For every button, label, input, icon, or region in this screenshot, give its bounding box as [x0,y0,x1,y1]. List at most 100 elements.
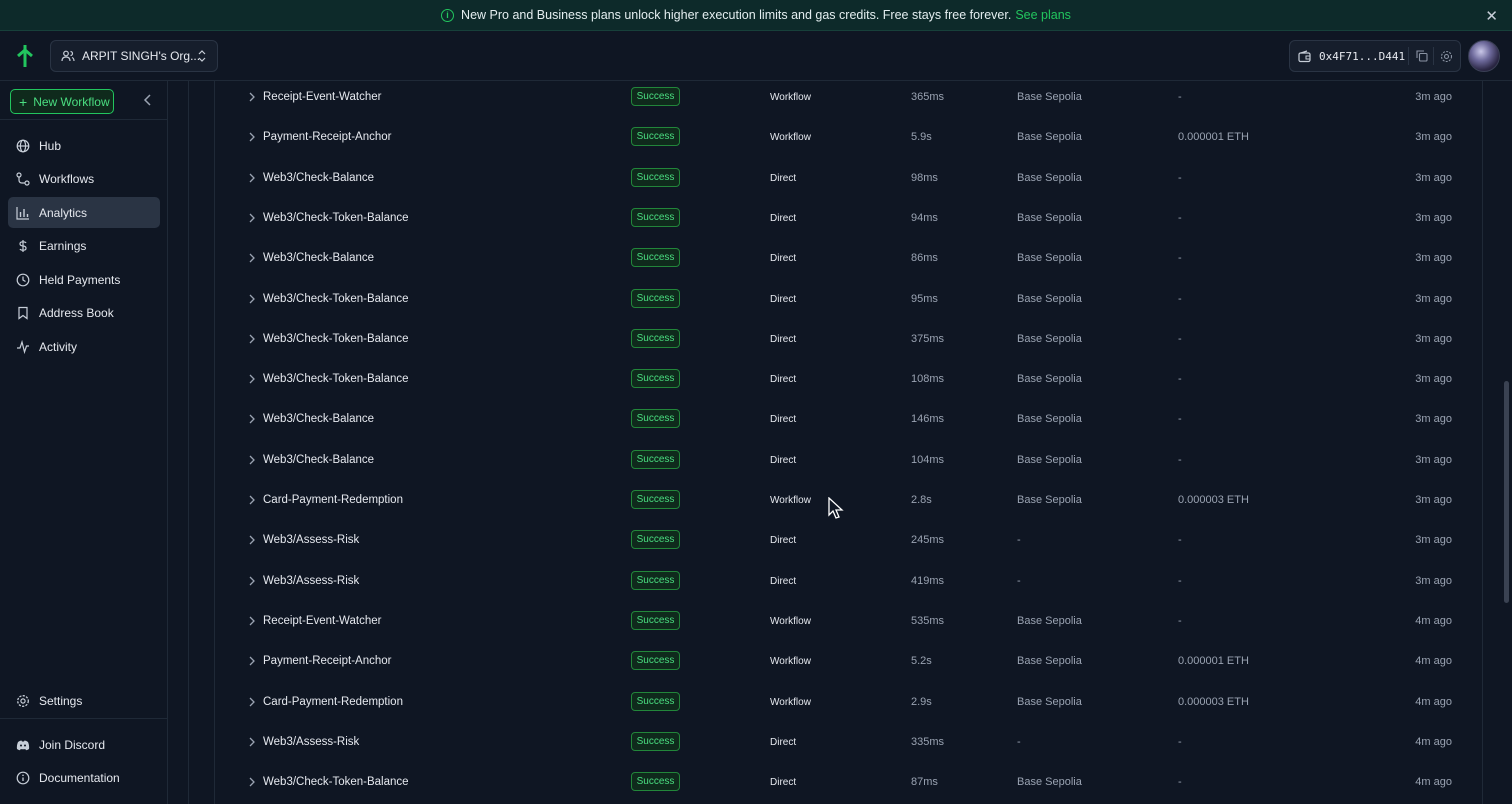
table-row[interactable]: Web3/Check-Token-Balance Success Direct 375… [215,320,1482,360]
clock-icon [16,273,30,287]
new-workflow-button[interactable]: + New Workflow [10,89,114,114]
sidebar-item-activity[interactable]: Activity [8,332,160,363]
dollar-icon [19,240,27,253]
execution-type: Direct [770,253,797,265]
table-row[interactable]: Web3/Check-Balance Success Direct 98ms Base … [215,159,1482,199]
sidebar: + New Workflow Hub Workflows Analytics E… [0,81,168,804]
network: Base Sepolia [1017,252,1082,265]
chevron-right-icon[interactable] [248,494,256,506]
chevron-right-icon[interactable] [248,212,256,224]
divider [0,119,168,120]
status-badge: Success [631,691,680,711]
sidebar-settings-group: Settings [8,685,160,719]
execution-type: Direct [770,293,797,305]
chevron-left-icon[interactable] [143,93,153,107]
activity-icon [17,340,29,355]
avatar[interactable] [1468,40,1500,72]
chevron-right-icon[interactable] [248,91,256,103]
cost: 0.000003 ETH [1178,494,1249,506]
sidebar-item-documentation[interactable]: Documentation [8,763,160,794]
duration: 95ms [911,292,938,305]
sidebar-item-held-payments[interactable]: Held Payments [8,264,160,295]
sidebar-item-workflows[interactable]: Workflows [8,164,160,195]
chevron-right-icon[interactable] [248,776,256,788]
table-row[interactable]: Web3/Check-Token-Balance Success Direct 108… [215,360,1482,400]
execution-name: Web3/Check-Balance [263,171,375,184]
chevron-right-icon[interactable] [248,615,256,627]
sidebar-item-label: Earnings [39,239,87,254]
chevron-right-icon[interactable] [248,736,256,748]
table-row[interactable]: Payment-Receipt-Anchor Success Workflow 5.2… [215,642,1482,682]
duration: 86ms [911,252,938,265]
logo-icon[interactable] [16,44,34,68]
see-plans-link[interactable]: See plans [1015,8,1071,22]
top-header: ARPIT SINGH's Org... 0x4F71...D441 [0,31,1512,81]
sidebar-item-settings[interactable]: Settings [8,685,160,716]
sidebar-item-join-discord[interactable]: Join Discord [8,729,160,760]
status-badge: Success [631,449,680,469]
sidebar-item-analytics[interactable]: Analytics [8,197,160,229]
network: - [1017,534,1021,547]
gear-icon[interactable] [1440,50,1453,63]
network: Base Sepolia [1017,614,1082,627]
status-badge: Success [631,731,680,751]
execution-type: Direct [770,454,797,466]
chevron-right-icon[interactable] [248,413,256,425]
execution-name: Web3/Assess-Risk [263,534,360,547]
chevron-right-icon[interactable] [248,534,256,546]
workflow-icon [16,172,30,186]
chevron-up-down-icon [198,50,206,62]
chevron-right-icon[interactable] [248,454,256,466]
cost: - [1178,776,1182,789]
table-row[interactable]: Web3/Assess-Risk Success Direct 419ms - - 3m a… [215,562,1482,602]
table-row[interactable]: Web3/Check-Token-Balance Success Direct 87m… [215,763,1482,803]
table-row[interactable]: Receipt-Event-Watcher Success Workflow 365m… [215,78,1482,118]
table-row[interactable]: Card-Payment-Redemption Success Workflow 2.… [215,683,1482,723]
sidebar-item-label: Documentation [39,771,120,786]
timestamp: 3m ago [1415,91,1452,103]
chevron-right-icon[interactable] [248,252,256,264]
table-row[interactable]: Web3/Check-Token-Balance Success Direct 94m… [215,199,1482,239]
scrollbar[interactable] [1504,381,1509,603]
new-workflow-label: New Workflow [33,94,110,109]
table-row[interactable]: Web3/Assess-Risk Success Direct 245ms - - 3m a… [215,521,1482,561]
table-row[interactable]: Web3/Check-Balance Success Direct 104ms Base… [215,441,1482,481]
banner-message: New Pro and Business plans unlock higher… [461,8,1012,22]
network: Base Sepolia [1017,171,1082,184]
table-row[interactable]: Web3/Check-Balance Success Direct 86ms Base … [215,239,1482,279]
network: Base Sepolia [1017,292,1082,305]
chevron-right-icon[interactable] [248,373,256,385]
chevron-right-icon[interactable] [248,655,256,667]
table-row[interactable]: Web3/Check-Token-Balance Success Direct 95m… [215,280,1482,320]
timestamp: 3m ago [1415,373,1452,386]
execution-name: Payment-Receipt-Anchor [263,655,392,668]
table-row[interactable]: Web3/Check-Balance Success Direct 146ms Base… [215,400,1482,440]
copy-icon[interactable] [1416,50,1428,62]
status-badge: Success [631,127,680,147]
duration: 335ms [911,735,945,748]
status-badge: Success [631,288,680,308]
sidebar-item-earnings[interactable]: Earnings [8,231,160,262]
sidebar-item-hub[interactable]: Hub [8,130,160,161]
chevron-right-icon[interactable] [248,131,256,143]
network: Base Sepolia [1017,91,1082,103]
table-row[interactable]: Web3/Assess-Risk Success Direct 335ms - - 4m a… [215,723,1482,763]
status-badge: Success [631,772,680,792]
table-row[interactable]: Card-Payment-Redemption Success Workflow 2.… [215,481,1482,521]
org-selector[interactable]: ARPIT SINGH's Org... [50,40,218,72]
close-icon[interactable]: ✕ [1485,7,1498,25]
timestamp: 3m ago [1415,494,1452,506]
chevron-right-icon[interactable] [248,696,256,708]
wallet-icon [1298,49,1311,62]
chevron-right-icon[interactable] [248,333,256,345]
table-row[interactable]: Receipt-Event-Watcher Success Workflow 535m… [215,602,1482,642]
wallet-display[interactable]: 0x4F71...D441 [1289,40,1461,72]
chevron-right-icon[interactable] [248,575,256,587]
chevron-right-icon[interactable] [248,293,256,305]
chevron-right-icon[interactable] [248,172,256,184]
duration: 104ms [911,453,945,466]
sidebar-item-address-book[interactable]: Address Book [8,298,160,329]
status-badge: Success [631,369,680,389]
sidebar-links-group: Join Discord Documentation [8,729,160,796]
table-row[interactable]: Payment-Receipt-Anchor Success Workflow 5.9… [215,118,1482,158]
